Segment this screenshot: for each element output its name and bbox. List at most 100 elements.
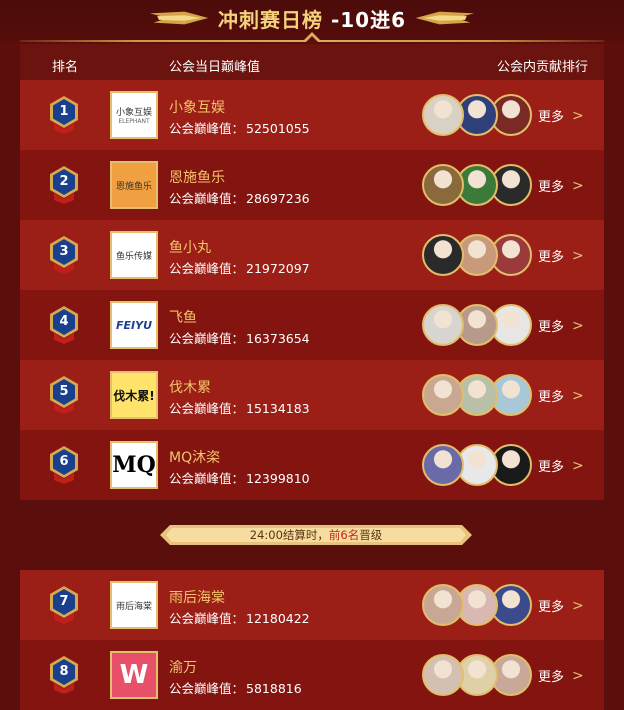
more-link[interactable]: 更多 > xyxy=(538,316,584,336)
guild-name[interactable]: 飞鱼 xyxy=(169,307,197,327)
contributor-avatars xyxy=(422,374,532,416)
ranking-row: 5 伐木累! 伐木累 公会巅峰值： 15134183 更多 > xyxy=(20,360,604,430)
guild-name[interactable]: 恩施鱼乐 xyxy=(169,167,225,187)
guild-logo[interactable]: 恩施鱼乐 xyxy=(110,161,158,209)
title-sub: -10进6 xyxy=(330,7,407,32)
chevron-right-icon: > xyxy=(572,457,584,474)
peak-label: 公会巅峰值： xyxy=(169,261,245,276)
rank-number: 7 xyxy=(59,594,69,609)
peak-label: 公会巅峰值： xyxy=(169,191,245,206)
logo-text: 恩施鱼乐 xyxy=(115,181,152,192)
guild-peak: 公会巅峰值： 12180422 xyxy=(169,608,310,627)
more-link[interactable]: 更多 > xyxy=(538,666,584,686)
guild-logo[interactable]: 鱼乐传媒 xyxy=(110,231,158,279)
guild-peak: 公会巅峰值： 28697236 xyxy=(169,188,310,207)
guild-name[interactable]: 雨后海棠 xyxy=(169,587,225,607)
more-label: 更多 xyxy=(538,250,565,265)
peak-label: 公会巅峰值： xyxy=(169,611,245,626)
guild-peak: 公会巅峰值： 15134183 xyxy=(169,398,310,417)
member-avatar[interactable] xyxy=(422,444,464,486)
guild-name[interactable]: 鱼小丸 xyxy=(169,237,211,257)
rank-badge: 4 xyxy=(48,305,80,345)
member-avatar[interactable] xyxy=(422,234,464,276)
logo-text: 雨后海棠 xyxy=(115,601,152,612)
more-link[interactable]: 更多 > xyxy=(538,596,584,616)
contributor-avatars xyxy=(422,164,532,206)
member-avatar[interactable] xyxy=(422,654,464,696)
guild-name[interactable]: 渝万 xyxy=(169,657,197,677)
page-title: 冲刺赛日榜 -10进6 xyxy=(218,4,406,33)
guild-peak: 公会巅峰值： 21972097 xyxy=(169,258,310,277)
member-avatar[interactable] xyxy=(422,374,464,416)
rank-number: 4 xyxy=(59,314,69,329)
title-main: 冲刺赛日榜 xyxy=(217,7,323,32)
logo-text: FEIYU xyxy=(115,318,153,332)
guild-peak: 公会巅峰值： 5818816 xyxy=(169,678,302,697)
rank-badge: 2 xyxy=(48,165,80,205)
peak-value: 21972097 xyxy=(246,261,310,276)
rank-number: 8 xyxy=(59,664,69,679)
contributor-avatars xyxy=(422,654,532,696)
notice-post: 晋级 xyxy=(359,528,383,542)
more-label: 更多 xyxy=(538,460,565,475)
peak-value: 5818816 xyxy=(246,681,302,696)
logo-subtext: ELEPHANT xyxy=(118,118,150,125)
ranking-row: 6 MQ MQ沐栥 公会巅峰值： 12399810 更多 > xyxy=(20,430,604,500)
header-contribution: 公会内贡献排行 xyxy=(497,60,589,75)
guild-logo[interactable]: 伐木累! xyxy=(110,371,158,419)
table-header: 排名 公会当日巅峰值 公会内贡献排行 xyxy=(20,44,604,80)
notice-highlight: 前6名 xyxy=(328,528,360,542)
guild-peak: 公会巅峰值： 52501055 xyxy=(169,118,310,137)
rank-number: 2 xyxy=(59,174,69,189)
member-avatar[interactable] xyxy=(422,164,464,206)
guild-logo[interactable]: MQ xyxy=(110,441,158,489)
left-wing-ornament xyxy=(149,11,209,25)
ranking-row: 3 鱼乐传媒 鱼小丸 公会巅峰值： 21972097 更多 > xyxy=(20,220,604,290)
peak-value: 12399810 xyxy=(246,471,310,486)
more-link[interactable]: 更多 > xyxy=(538,246,584,266)
peak-value: 52501055 xyxy=(246,121,310,136)
guild-peak: 公会巅峰值： 12399810 xyxy=(169,468,310,487)
chevron-right-icon: > xyxy=(572,317,584,334)
peak-label: 公会巅峰值： xyxy=(169,121,245,136)
peak-label: 公会巅峰值： xyxy=(169,331,245,346)
guild-name[interactable]: MQ沐栥 xyxy=(169,447,220,467)
guild-logo[interactable]: FEIYU xyxy=(110,301,158,349)
guild-logo[interactable]: W xyxy=(110,651,158,699)
chevron-right-icon: > xyxy=(572,247,584,264)
notice-pre: 24:00结算时， xyxy=(249,528,329,542)
peak-value: 16373654 xyxy=(246,331,310,346)
peak-value: 28697236 xyxy=(246,191,310,206)
guild-logo[interactable]: 雨后海棠 xyxy=(110,581,158,629)
peak-label: 公会巅峰值： xyxy=(169,401,245,416)
rank-number: 5 xyxy=(59,384,69,399)
more-label: 更多 xyxy=(538,320,565,335)
logo-text: 鱼乐传媒 xyxy=(115,251,152,262)
rank-badge: 8 xyxy=(48,655,80,695)
contributor-avatars xyxy=(422,584,532,626)
logo-text: MQ xyxy=(112,452,156,478)
more-link[interactable]: 更多 > xyxy=(538,386,584,406)
member-avatar[interactable] xyxy=(422,304,464,346)
more-label: 更多 xyxy=(538,390,565,405)
member-avatar[interactable] xyxy=(422,94,464,136)
more-link[interactable]: 更多 > xyxy=(538,456,584,476)
logo-text: 伐木累! xyxy=(113,388,155,403)
ranking-row: 2 恩施鱼乐 恩施鱼乐 公会巅峰值： 28697236 更多 > xyxy=(20,150,604,220)
member-avatar[interactable] xyxy=(422,584,464,626)
guild-logo[interactable]: 小象互娱 ELEPHANT xyxy=(110,91,158,139)
ranking-row: 1 小象互娱 ELEPHANT 小象互娱 公会巅峰值： 52501055 更多 > xyxy=(20,80,604,150)
contributor-avatars xyxy=(422,94,532,136)
ranking-row: 8 W 渝万 公会巅峰值： 5818816 更多 > xyxy=(20,640,604,710)
more-link[interactable]: 更多 > xyxy=(538,176,584,196)
title-wrap: 冲刺赛日榜 -10进6 xyxy=(148,2,476,34)
more-link[interactable]: 更多 > xyxy=(538,106,584,126)
ranking-row: 7 雨后海棠 雨后海棠 公会巅峰值： 12180422 更多 > xyxy=(20,570,604,640)
rank-number: 6 xyxy=(59,454,69,469)
guild-name[interactable]: 小象互娱 xyxy=(169,97,225,117)
guild-name[interactable]: 伐木累 xyxy=(169,377,211,397)
right-wing-ornament xyxy=(415,11,475,25)
divider-notch xyxy=(302,32,322,42)
chevron-right-icon: > xyxy=(572,177,584,194)
logo-text: 小象互娱 xyxy=(115,108,152,118)
